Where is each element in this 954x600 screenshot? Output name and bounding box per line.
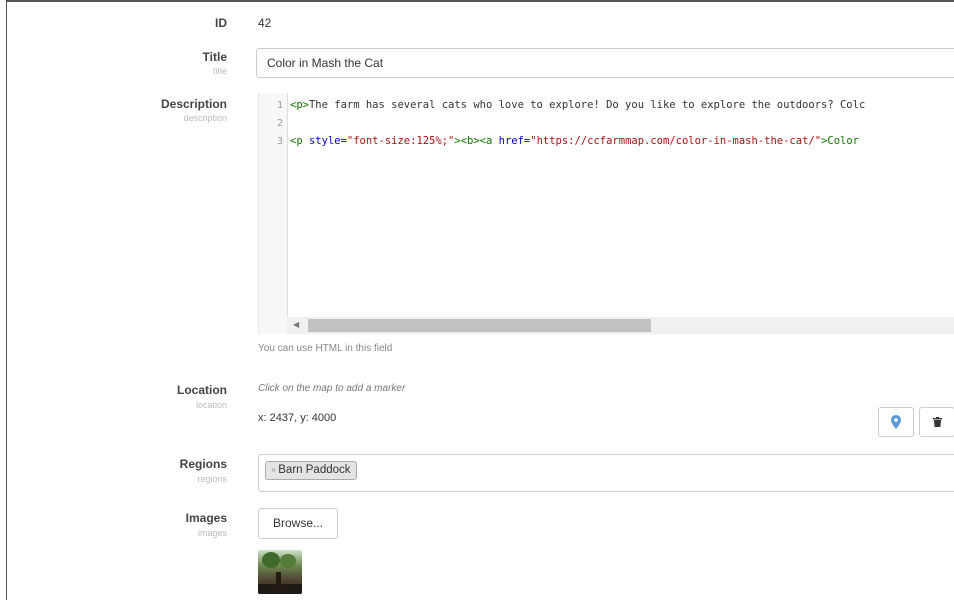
browse-button[interactable]: Browse...: [258, 508, 338, 539]
description-code-editor[interactable]: 1 2 3 <p>The farm has several cats who l…: [258, 93, 954, 334]
title-sublabel: title: [212, 66, 227, 76]
images-label: Images: [185, 511, 227, 525]
admin-form: ID 42 Title title Color in Mash the Cat …: [0, 0, 954, 600]
code-attr: style=: [308, 135, 347, 147]
scrollbar-thumb[interactable]: [308, 319, 651, 332]
location-coords: x: 2437, y: 4000: [258, 412, 337, 424]
location-hint: Click on the map to add a marker: [258, 383, 406, 394]
location-label: Location: [177, 383, 227, 397]
frame-border: [6, 0, 954, 2]
regions-select[interactable]: × Barn Paddock: [258, 454, 954, 492]
editor-gutter: 1 2 3: [259, 93, 288, 334]
code-tag: <p>: [290, 99, 309, 111]
code-attr: href=: [498, 135, 531, 147]
code-tag: <p: [290, 135, 309, 147]
image-thumbnail[interactable]: [258, 550, 302, 594]
code-string: "https://ccfarmmap.com/color-in-mash-the…: [530, 135, 822, 147]
line-number: 3: [276, 136, 283, 147]
code-line-3[interactable]: <p style="font-size:125%;"><b><a href="h…: [290, 135, 859, 147]
line-number: 2: [276, 118, 283, 129]
description-sublabel: description: [183, 113, 227, 123]
region-tag[interactable]: × Barn Paddock: [265, 461, 357, 480]
scroll-left-icon[interactable]: ◀: [293, 320, 299, 329]
trash-icon: [932, 417, 942, 427]
code-tag: ><b><a: [454, 135, 499, 147]
remove-tag-icon[interactable]: ×: [271, 461, 276, 480]
code-string: "font-size:125%;": [346, 135, 455, 147]
code-tag: >Color: [821, 135, 859, 147]
thumb-shape: [280, 554, 296, 568]
title-input[interactable]: Color in Mash the Cat: [256, 48, 954, 78]
code-text: The farm has several cats who love to ex…: [308, 99, 866, 111]
location-sublabel: location: [195, 400, 227, 410]
description-label: Description: [160, 97, 227, 111]
thumb-shape: [262, 552, 280, 568]
images-sublabel: images: [197, 528, 227, 538]
thumb-shape: [276, 572, 281, 590]
frame-border: [6, 0, 7, 600]
id-value: 42: [258, 16, 272, 30]
description-help-text: You can use HTML in this field: [258, 343, 393, 354]
id-label: ID: [215, 16, 227, 30]
regions-label: Regions: [179, 457, 227, 471]
regions-sublabel: regions: [197, 474, 227, 484]
region-tag-label: Barn Paddock: [278, 464, 351, 476]
line-number: 1: [276, 100, 283, 111]
place-marker-button[interactable]: [878, 407, 914, 437]
delete-marker-button[interactable]: [919, 407, 954, 437]
map-marker-icon: [891, 415, 901, 429]
horizontal-scrollbar[interactable]: ◀ ▶: [287, 317, 954, 334]
title-label: Title: [202, 50, 227, 64]
code-line-1[interactable]: <p>The farm has several cats who love to…: [290, 99, 865, 111]
